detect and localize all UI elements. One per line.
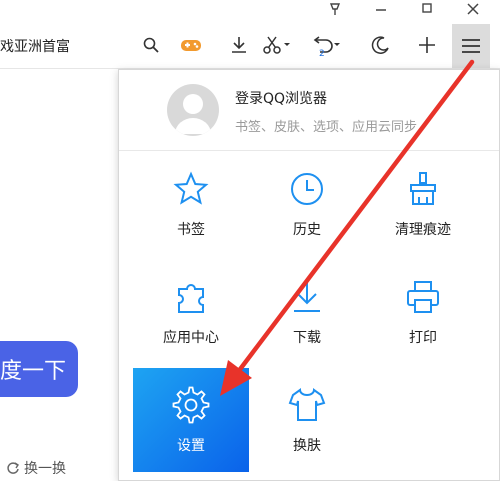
refresh-icon <box>7 462 19 474</box>
menu-item-label: 换肤 <box>293 438 321 454</box>
new-tab-icon[interactable] <box>412 30 442 60</box>
menu-item-print[interactable]: 打印 <box>365 260 481 364</box>
night-mode-icon[interactable] <box>366 30 396 60</box>
menu-item-history[interactable]: 历史 <box>249 152 365 256</box>
menu-icon <box>462 39 480 53</box>
menu-item-label: 书签 <box>177 222 205 238</box>
refresh-link[interactable]: 换一换 <box>6 458 66 478</box>
avatar[interactable] <box>167 84 219 136</box>
gear-icon <box>171 385 211 425</box>
minimize-icon[interactable] <box>366 0 396 18</box>
login-subtitle: 书签、皮肤、选项、应用云同步 <box>235 120 418 135</box>
menu-item-label: 清理痕迹 <box>395 222 451 238</box>
menu-item-label: 下载 <box>293 330 321 346</box>
menu-item-app-center[interactable]: 应用中心 <box>133 260 249 364</box>
puzzle-icon <box>171 277 211 317</box>
shirt-icon <box>287 385 327 425</box>
menu-button[interactable] <box>452 24 490 68</box>
undo-icon[interactable]: 2 <box>310 30 340 60</box>
download-icon <box>287 277 327 317</box>
printer-icon <box>403 277 443 317</box>
star-icon <box>171 169 211 209</box>
undo-badge: 2 <box>319 49 325 59</box>
scissors-icon[interactable] <box>262 30 292 60</box>
refresh-label: 换一换 <box>24 461 66 477</box>
game-icon[interactable] <box>176 30 206 60</box>
restore-icon[interactable] <box>412 0 442 18</box>
pin-icon[interactable] <box>320 0 350 18</box>
close-icon[interactable] <box>458 0 488 18</box>
download-icon[interactable] <box>224 30 254 60</box>
search-icon[interactable] <box>136 30 166 60</box>
menu-item-clear-traces[interactable]: 清理痕迹 <box>365 152 481 256</box>
menu-item-label: 打印 <box>409 330 437 346</box>
clock-icon <box>287 169 327 209</box>
broom-icon <box>403 169 443 209</box>
title-bar <box>0 0 500 18</box>
login-title[interactable]: 登录QQ浏览器 <box>235 88 327 108</box>
address-bar-text[interactable]: 戏亚洲首富 <box>0 36 70 56</box>
menu-item-label: 应用中心 <box>163 330 219 346</box>
menu-item-skins[interactable]: 换肤 <box>249 368 365 472</box>
menu-item-label: 历史 <box>293 222 321 238</box>
browser-menu: 登录QQ浏览器 书签、皮肤、选项、应用云同步 书签 历史 清理痕迹 应用中心 下… <box>118 69 500 481</box>
menu-item-downloads[interactable]: 下载 <box>249 260 365 364</box>
menu-item-label: 设置 <box>177 438 205 454</box>
menu-item-bookmarks[interactable]: 书签 <box>133 152 249 256</box>
menu-item-settings[interactable]: 设置 <box>133 368 249 472</box>
menu-divider <box>119 150 499 151</box>
search-button[interactable]: 度一下 <box>0 341 78 397</box>
page-content <box>0 69 118 481</box>
